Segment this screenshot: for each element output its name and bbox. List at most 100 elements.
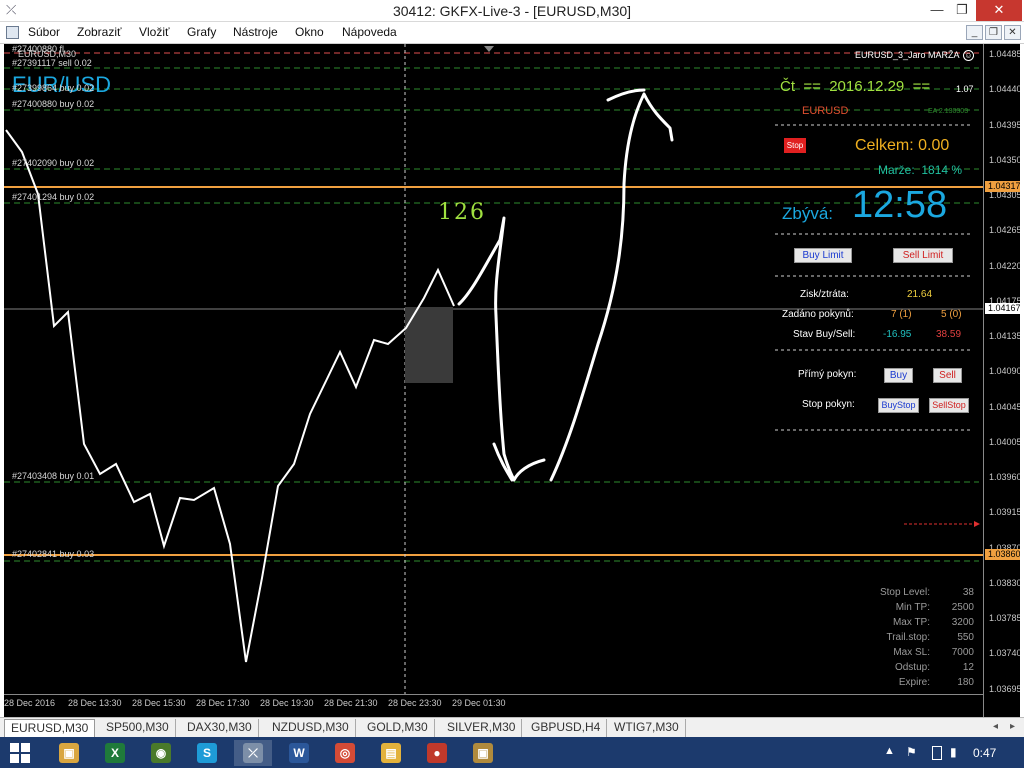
tray-battery-icon[interactable]	[932, 746, 942, 760]
date-line: Čt == 2016.12.29 ==	[780, 78, 931, 95]
order-label-5: #27402090 buy 0.02	[12, 158, 95, 168]
price-line	[5, 129, 455, 663]
stop-button[interactable]: Stop	[784, 138, 806, 153]
chrome-app-icon-glyph: ◎	[335, 743, 355, 763]
maximize-button[interactable]: ❐	[947, 0, 977, 21]
ea-version: EA 2.130303	[928, 108, 969, 115]
stat-label-stop-level: Stop Level:	[879, 587, 930, 598]
price-axis[interactable]: 1.04485 1.04440 1.04395 1.04350 1.04305 …	[983, 44, 1020, 717]
tab-wtig7[interactable]: WTIG7,M30	[608, 719, 686, 737]
menu-okno[interactable]: Okno	[295, 25, 324, 39]
mdi-restore-button[interactable]: ❐	[985, 25, 1002, 40]
terminal-app-icon[interactable]: ▣	[464, 740, 502, 766]
tray-network-icon[interactable]: ▮	[950, 745, 957, 759]
menu-vlozit[interactable]: Vložiť	[139, 25, 170, 39]
tab-scroll-left-icon[interactable]: ◂	[993, 721, 998, 732]
stav-sell: 38.59	[936, 329, 962, 340]
menu-zobrazit[interactable]: Zobraziť	[77, 25, 122, 39]
metatrader-app-icon[interactable]: ⤫	[234, 740, 272, 766]
tab-eurusd[interactable]: EURUSD,M30	[4, 719, 96, 737]
time-axis-line	[4, 694, 983, 695]
stat-value-max-tp: 3200	[951, 617, 974, 628]
stav-label: Stav Buy/Sell:	[793, 329, 856, 340]
price-tick: 1.04090	[989, 366, 1020, 376]
stat-value-max-sl: 7000	[951, 647, 974, 658]
price-tick: 1.03740	[989, 648, 1020, 658]
price-tick: 1.03695	[989, 684, 1020, 694]
excel-app-icon-glyph: X	[105, 743, 125, 763]
zbyva-time: 12:58	[852, 184, 948, 226]
tab-gold[interactable]: GOLD,M30	[361, 719, 435, 737]
price-tick: 1.04045	[989, 402, 1020, 412]
price-tick: 1.03785	[989, 613, 1020, 623]
price-tick: 1.04395	[989, 120, 1020, 130]
celkem-label: Celkem: 0.00	[855, 137, 950, 154]
primy-pokyn-label: Přímý pokyn:	[798, 369, 857, 380]
window-title: 30412: GKFX-Live-3 - [EURUSD,M30]	[392, 3, 632, 19]
order-label-7: #27403408 buy 0.01	[12, 471, 95, 481]
skype-app-icon-glyph: S	[197, 743, 217, 763]
stat-label-expire: Expire:	[898, 677, 930, 688]
menu-grafy[interactable]: Grafy	[187, 25, 216, 39]
price-tick: 1.04485	[989, 49, 1020, 59]
sell-limit-button[interactable]: Sell Limit	[893, 248, 953, 263]
price-chart[interactable]: EURUSD,M30 EUR/USD 126 #27400880 fl #273…	[4, 44, 1020, 717]
price-tick: 1.04135	[989, 331, 1020, 341]
terminal-app-icon-glyph: ▣	[473, 743, 493, 763]
price-tick: 1.03915	[989, 507, 1020, 517]
buystop-button[interactable]: BuyStop	[878, 398, 919, 413]
tab-sp500[interactable]: SP500,M30	[100, 719, 176, 737]
price-tick: 1.04005	[989, 437, 1020, 447]
tab-silver[interactable]: SILVER,M30	[441, 719, 523, 737]
drawn-arrow-up	[549, 88, 674, 482]
tray-up-icon[interactable]: ▲	[884, 745, 895, 757]
menu-nastroje[interactable]: Nástroje	[233, 25, 278, 39]
zadano-label: Zadáno pokynů:	[782, 309, 854, 320]
stat-label-max-sl: Max SL:	[893, 647, 930, 658]
explorer-app-icon[interactable]: ▣	[50, 740, 88, 766]
menu-napoveda[interactable]: Nápoveda	[342, 25, 397, 39]
mdi-close-button[interactable]: ✕	[1004, 25, 1021, 40]
globe-app-icon[interactable]: ◉	[142, 740, 180, 766]
close-button[interactable]: ✕	[976, 0, 1022, 21]
time-tick: 28 Dec 23:30	[388, 698, 442, 708]
tab-gbpusd[interactable]: GBPUSD,H4	[525, 719, 608, 737]
paint-app-icon[interactable]: ●	[418, 740, 456, 766]
tab-nzdusd[interactable]: NZDUSD,M30	[266, 719, 356, 737]
folder-app-icon[interactable]: ▤	[372, 740, 410, 766]
marze-label: Marže: 1814 %	[878, 163, 963, 177]
chart-tab-bar: EURUSD,M30 SP500,M30 DAX30,M30 NZDUSD,M3…	[0, 717, 1024, 737]
top-marker	[484, 46, 494, 52]
start-button[interactable]	[10, 743, 30, 763]
stop-pokyn-label: Stop pokyn:	[802, 399, 855, 410]
clock[interactable]: 0:47	[973, 746, 996, 760]
time-tick: 28 Dec 15:30	[132, 698, 186, 708]
order-label-8: #27402841 buy 0.03	[12, 549, 95, 559]
price-tick: 1.04350	[989, 155, 1020, 165]
tab-dax30[interactable]: DAX30,M30	[181, 719, 259, 737]
stat-value-stop-level: 38	[962, 587, 974, 598]
metatrader-app-icon-glyph: ⤫	[243, 743, 263, 763]
stat-value-odstup: 12	[962, 662, 974, 673]
price-marker-orange: 1.04317	[985, 181, 1020, 192]
buy-limit-button[interactable]: Buy Limit	[794, 248, 852, 263]
excel-app-icon[interactable]: X	[96, 740, 134, 766]
chrome-app-icon[interactable]: ◎	[326, 740, 364, 766]
time-tick: 28 Dec 19:30	[260, 698, 314, 708]
tab-scroll-right-icon[interactable]: ▸	[1010, 721, 1015, 732]
mdi-minimize-button[interactable]: _	[966, 25, 983, 40]
stat-label-min-tp: Min TP:	[895, 602, 930, 613]
document-icon	[6, 26, 19, 39]
sellstop-button[interactable]: SellStop	[929, 398, 969, 413]
menu-subor[interactable]: Súbor	[28, 25, 60, 39]
order-label-1: #27400880 fl	[12, 44, 65, 54]
tray-flag-icon[interactable]: ⚑	[906, 745, 917, 759]
stat-value-expire: 180	[957, 677, 974, 688]
skype-app-icon[interactable]: S	[188, 740, 226, 766]
zadano-buy: 7 (1)	[891, 309, 912, 320]
sell-button[interactable]: Sell	[933, 368, 962, 383]
buy-button[interactable]: Buy	[884, 368, 913, 383]
folder-app-icon-glyph: ▤	[381, 743, 401, 763]
windows-logo-icon	[10, 743, 30, 763]
word-app-icon[interactable]: W	[280, 740, 318, 766]
